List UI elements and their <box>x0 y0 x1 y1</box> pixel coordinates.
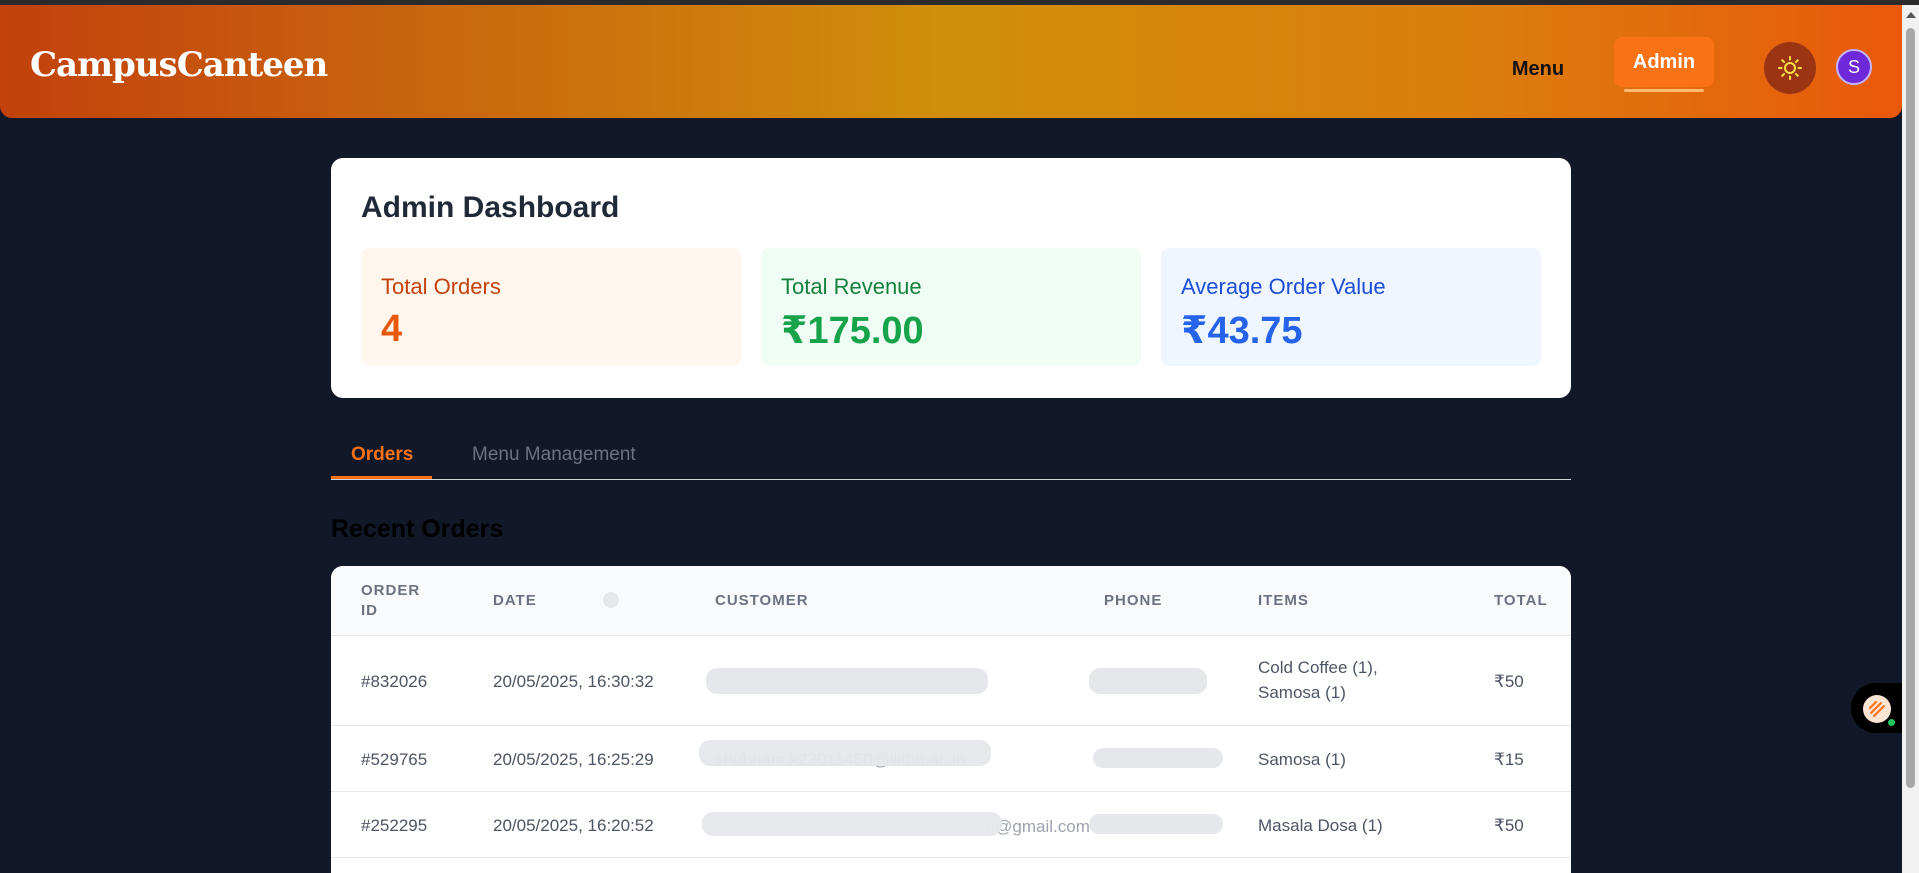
order-items: Masala Dosa (1) <box>1258 816 1383 835</box>
navbar: CampusCanteen Menu Admin S <box>0 5 1902 118</box>
column-header-customer: CUSTOMER <box>715 592 809 609</box>
order-items: Samosa (1) <box>1258 750 1346 769</box>
order-total: ₹50 <box>1494 672 1524 691</box>
scroll-thumb[interactable] <box>1906 28 1915 788</box>
column-header-order: ORDER <box>361 582 421 599</box>
stat-label: Total Orders <box>381 274 501 299</box>
order-items-line2: Samosa (1) <box>1258 683 1346 702</box>
nav-admin-link[interactable]: Admin <box>1614 37 1714 87</box>
nav-menu-link[interactable]: Menu <box>1490 51 1586 87</box>
active-tab-indicator <box>331 476 432 479</box>
column-header-id: ID <box>361 602 378 619</box>
table-row[interactable]: #832026 20/05/2025, 16:30:32 Cold Coffee… <box>331 636 1571 726</box>
user-avatar[interactable]: S <box>1836 49 1872 85</box>
table-header: ORDER ID DATE CUSTOMER PHONE ITEMS TOTAL <box>331 566 1571 636</box>
recent-orders-title: Recent Orders <box>331 515 504 543</box>
redacted-phone <box>1089 668 1207 694</box>
online-status-dot <box>1887 718 1896 727</box>
chat-widget-icon <box>1863 695 1891 723</box>
stat-value: ₹175.00 <box>781 310 924 352</box>
column-header-phone: PHONE <box>1104 592 1163 609</box>
chat-widget-button[interactable] <box>1851 683 1902 733</box>
stat-value: 4 <box>381 308 403 350</box>
table-row[interactable]: #529765 20/05/2025, 16:25:29 shubham.k23… <box>331 726 1571 792</box>
redacted-customer <box>699 740 991 766</box>
order-id: #832026 <box>361 672 428 691</box>
stat-total-orders: Total Orders 4 <box>361 248 741 366</box>
redacted-customer <box>702 812 1002 836</box>
brand-logo[interactable]: CampusCanteen <box>30 45 328 85</box>
nav-active-indicator <box>1624 89 1704 92</box>
column-header-date: DATE <box>493 592 537 609</box>
redacted-customer <box>706 668 988 694</box>
order-date: 20/05/2025, 16:30:32 <box>493 672 654 691</box>
page-title: Admin Dashboard <box>361 191 620 224</box>
order-total: ₹50 <box>1494 816 1524 835</box>
stat-label: Average Order Value <box>1181 274 1386 299</box>
order-id: #252295 <box>361 816 428 835</box>
admin-dashboard-card: Admin Dashboard Total Orders 4 Total Rev… <box>331 158 1571 398</box>
table-row[interactable]: #252295 20/05/2025, 16:20:52 ...@gmail.c… <box>331 792 1571 858</box>
stat-value: ₹43.75 <box>1181 310 1303 352</box>
tab-orders[interactable]: Orders <box>351 444 413 466</box>
theme-toggle-button[interactable] <box>1764 42 1816 94</box>
orders-table: ORDER ID DATE CUSTOMER PHONE ITEMS TOTAL… <box>331 566 1571 873</box>
order-id: #529765 <box>361 750 428 769</box>
stat-total-revenue: Total Revenue ₹175.00 <box>761 248 1141 366</box>
column-header-items: ITEMS <box>1258 592 1309 609</box>
sort-indicator-icon <box>603 592 619 608</box>
admin-tabs: Orders Menu Management <box>331 430 1571 480</box>
redacted-phone <box>1089 814 1223 834</box>
order-date: 20/05/2025, 16:20:52 <box>493 816 654 835</box>
column-header-total: TOTAL <box>1494 592 1548 609</box>
order-date: 20/05/2025, 16:25:29 <box>493 750 654 769</box>
order-total: ₹15 <box>1494 750 1524 769</box>
stat-label: Total Revenue <box>781 274 922 299</box>
redacted-phone <box>1093 748 1223 768</box>
sun-icon <box>1778 56 1802 80</box>
scroll-up-arrow-icon[interactable] <box>1906 12 1916 18</box>
stat-average-order-value: Average Order Value ₹43.75 <box>1161 248 1541 366</box>
tab-menu-management[interactable]: Menu Management <box>472 444 636 466</box>
order-items: Cold Coffee (1), <box>1258 658 1378 677</box>
